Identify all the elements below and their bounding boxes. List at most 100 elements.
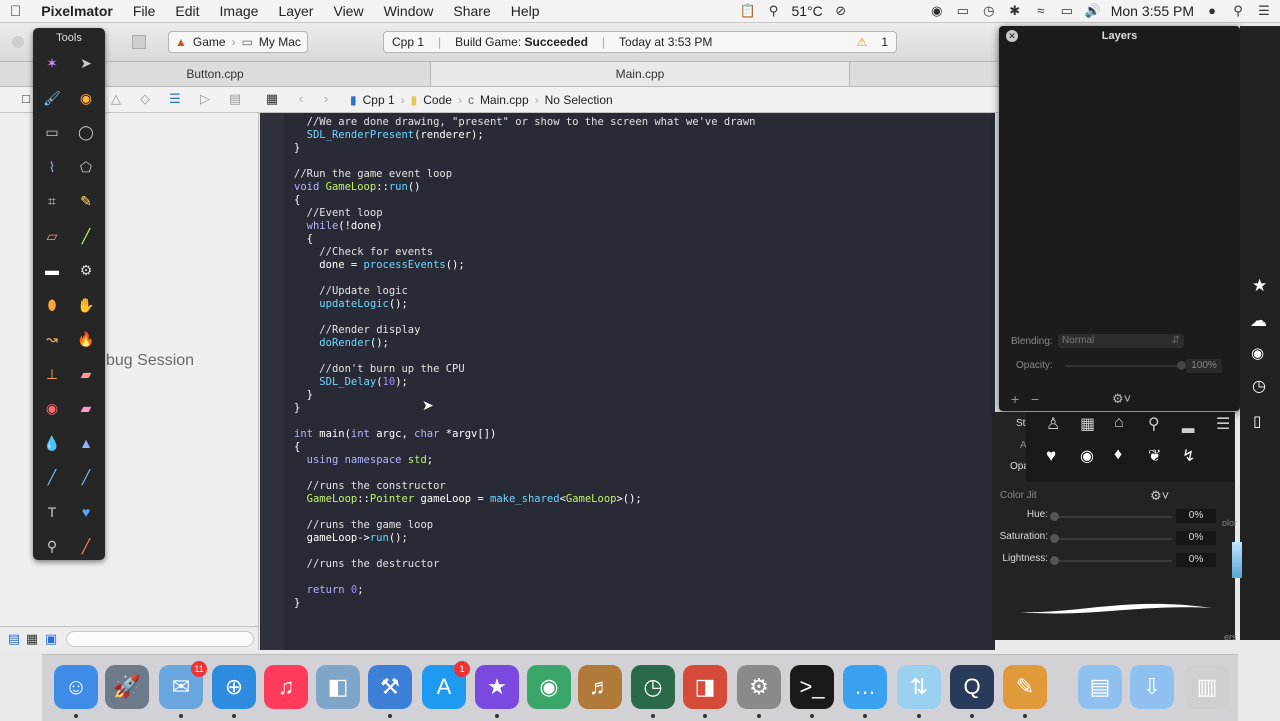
heart-shape-icon[interactable]: ♥ [1046,446,1056,466]
code-line[interactable]: { [294,233,756,246]
dock-app-store-icon[interactable]: A1 [422,661,470,709]
scheme-selector[interactable]: ▲ Game › ▭ My Mac [168,31,308,53]
menu-window[interactable]: Window [374,3,444,19]
opacity-slider[interactable] [1065,365,1183,367]
ghost-shape-icon[interactable]: ◉ [1080,446,1094,466]
magic-wand-icon[interactable]: ✶ [41,52,63,74]
document-icon[interactable]: ▯ [1253,412,1261,430]
forward-arrow-icon[interactable]: › [318,92,334,106]
dock-imovie-icon[interactable]: ★ [475,665,519,718]
breakpoint-nav-icon[interactable]: ▷ [197,92,213,106]
clock-icon[interactable]: ◷ [1252,376,1266,396]
dock-photo-booth-icon[interactable]: ◉ [527,665,571,709]
report-nav-icon[interactable]: ▤ [227,92,243,106]
window-close-button[interactable] [12,36,24,48]
rectangle-shape-icon[interactable]: ▬ [41,259,63,281]
dock-transloader-icon[interactable]: ⇅ [897,665,941,718]
code-line[interactable] [294,311,756,324]
blur-icon[interactable]: 💧 [41,432,63,454]
breadcrumb-project[interactable]: Cpp 1 [363,93,395,107]
blending-select[interactable]: Normal ⇵ [1058,334,1184,348]
star-icon[interactable]: ★ [1252,276,1267,296]
code-line[interactable] [294,155,756,168]
breadcrumb-folder[interactable]: Code [423,93,452,107]
menu-image[interactable]: Image [210,3,269,19]
code-line[interactable]: //runs the constructor [294,480,756,493]
code-line[interactable]: //Event loop [294,207,756,220]
spotlight-icon[interactable]: ⚲ [1230,4,1246,18]
code-line[interactable]: { [294,194,756,207]
arrow-icon[interactable]: ➤ [75,52,97,74]
hue-slider[interactable] [1054,516,1172,518]
code-line[interactable] [294,545,756,558]
code-line[interactable]: } [294,142,756,155]
polygon-lasso-icon[interactable]: ⬠ [75,156,97,178]
code-line[interactable]: } [294,597,756,610]
code-line[interactable]: GameLoop::Pointer gameLoop = make_shared… [294,493,756,506]
drop-shape-icon[interactable]: ♦ [1114,446,1122,464]
navigator-filter-field[interactable] [66,631,254,647]
list-shape-icon[interactable]: ☰ [1216,414,1230,434]
rect-select-icon[interactable]: ▭ [41,121,63,143]
filter-icon-3[interactable]: ▣ [43,632,59,646]
brush-settings-gear-icon[interactable]: ⚙˅ [1150,488,1169,504]
filter-icon-2[interactable]: ▦ [24,632,40,646]
dock-launchpad-icon[interactable]: 🚀 [105,665,149,709]
gradient-icon[interactable]: ⬮ [41,294,63,316]
eraser2-icon[interactable]: ▰ [75,397,97,419]
filter-icon-1[interactable]: ▤ [6,632,22,646]
airplay-icon[interactable]: ▭ [955,4,971,18]
house-shape-icon[interactable]: ⌂ [1114,414,1124,432]
stamp-icon[interactable]: ⊥ [41,363,63,385]
person-shape-icon[interactable]: ♙ [1046,414,1060,434]
dock-pixelmator-icon[interactable]: ✎ [1003,665,1047,718]
breadcrumb-selection[interactable]: No Selection [545,93,613,107]
wifi-icon[interactable]: ≈ [1033,4,1049,18]
remove-layer-icon[interactable]: − [1031,391,1039,407]
pencil-icon[interactable]: ✎ [75,190,97,212]
warning-icon[interactable]: ⚠ [857,35,868,49]
clipboard-icon[interactable]: 📋 [739,4,755,18]
dock-trash-icon[interactable]: ▥ [1185,665,1229,709]
crop-icon[interactable]: ⌗ [41,190,63,212]
related-items-icon[interactable]: ▦ [264,92,280,106]
color-swatch[interactable] [1232,542,1242,578]
apple-menu-icon[interactable]:  [0,3,31,20]
menu-edit[interactable]: Edit [165,3,209,19]
sharpen-icon[interactable]: ▲ [75,432,97,454]
saturation-slider[interactable] [1054,538,1172,540]
hand-icon[interactable]: ✋ [75,294,97,316]
dock-time-machine-icon[interactable]: ◷ [631,665,675,718]
code-line[interactable]: } [294,389,756,402]
menu-help[interactable]: Help [501,3,550,19]
eraser-icon[interactable]: ▱ [41,225,63,247]
eye-icon[interactable]: ◉ [1251,344,1264,362]
warning-nav-icon[interactable]: △ [108,92,124,106]
record-icon[interactable]: ◉ [929,4,945,18]
pen-curve-icon[interactable]: ╱ [75,466,97,488]
code-line[interactable]: using namespace std; [294,454,756,467]
dock-safari-icon[interactable]: ⊕ [212,665,256,718]
heart-shape-icon[interactable]: ♥ [75,501,97,523]
dock-logic-icon[interactable]: ♬ [578,665,622,709]
dock-terminal-icon[interactable]: >_ [790,665,834,718]
code-line[interactable]: doRender(); [294,337,756,350]
dock-xcode-icon[interactable]: ⚒ [368,665,412,718]
saturation-value[interactable]: 0% [1176,531,1216,545]
red-eye-icon[interactable]: ◉ [41,397,63,419]
pin-shape-icon[interactable]: ⚲ [1148,414,1160,434]
dock-downloads-icon[interactable]: ⇩ [1130,665,1174,709]
code-line[interactable]: //Check for events [294,246,756,259]
dock-system-preferences-icon[interactable]: ⚙ [737,665,781,718]
code-text[interactable]: //We are done drawing, "present" or show… [294,116,756,610]
code-line[interactable]: //Render display [294,324,756,337]
code-line[interactable]: } [294,402,756,415]
code-line[interactable] [294,571,756,584]
code-line[interactable]: SDL_RenderPresent(renderer); [294,129,756,142]
menu-view[interactable]: View [323,3,373,19]
ellipse-select-icon[interactable]: ◯ [75,121,97,143]
zoom-icon[interactable]: ⚲ [41,535,63,557]
lightness-slider[interactable] [1054,560,1172,562]
smudge-icon[interactable]: ↝ [41,328,63,350]
code-line[interactable]: void GameLoop::run() [294,181,756,194]
